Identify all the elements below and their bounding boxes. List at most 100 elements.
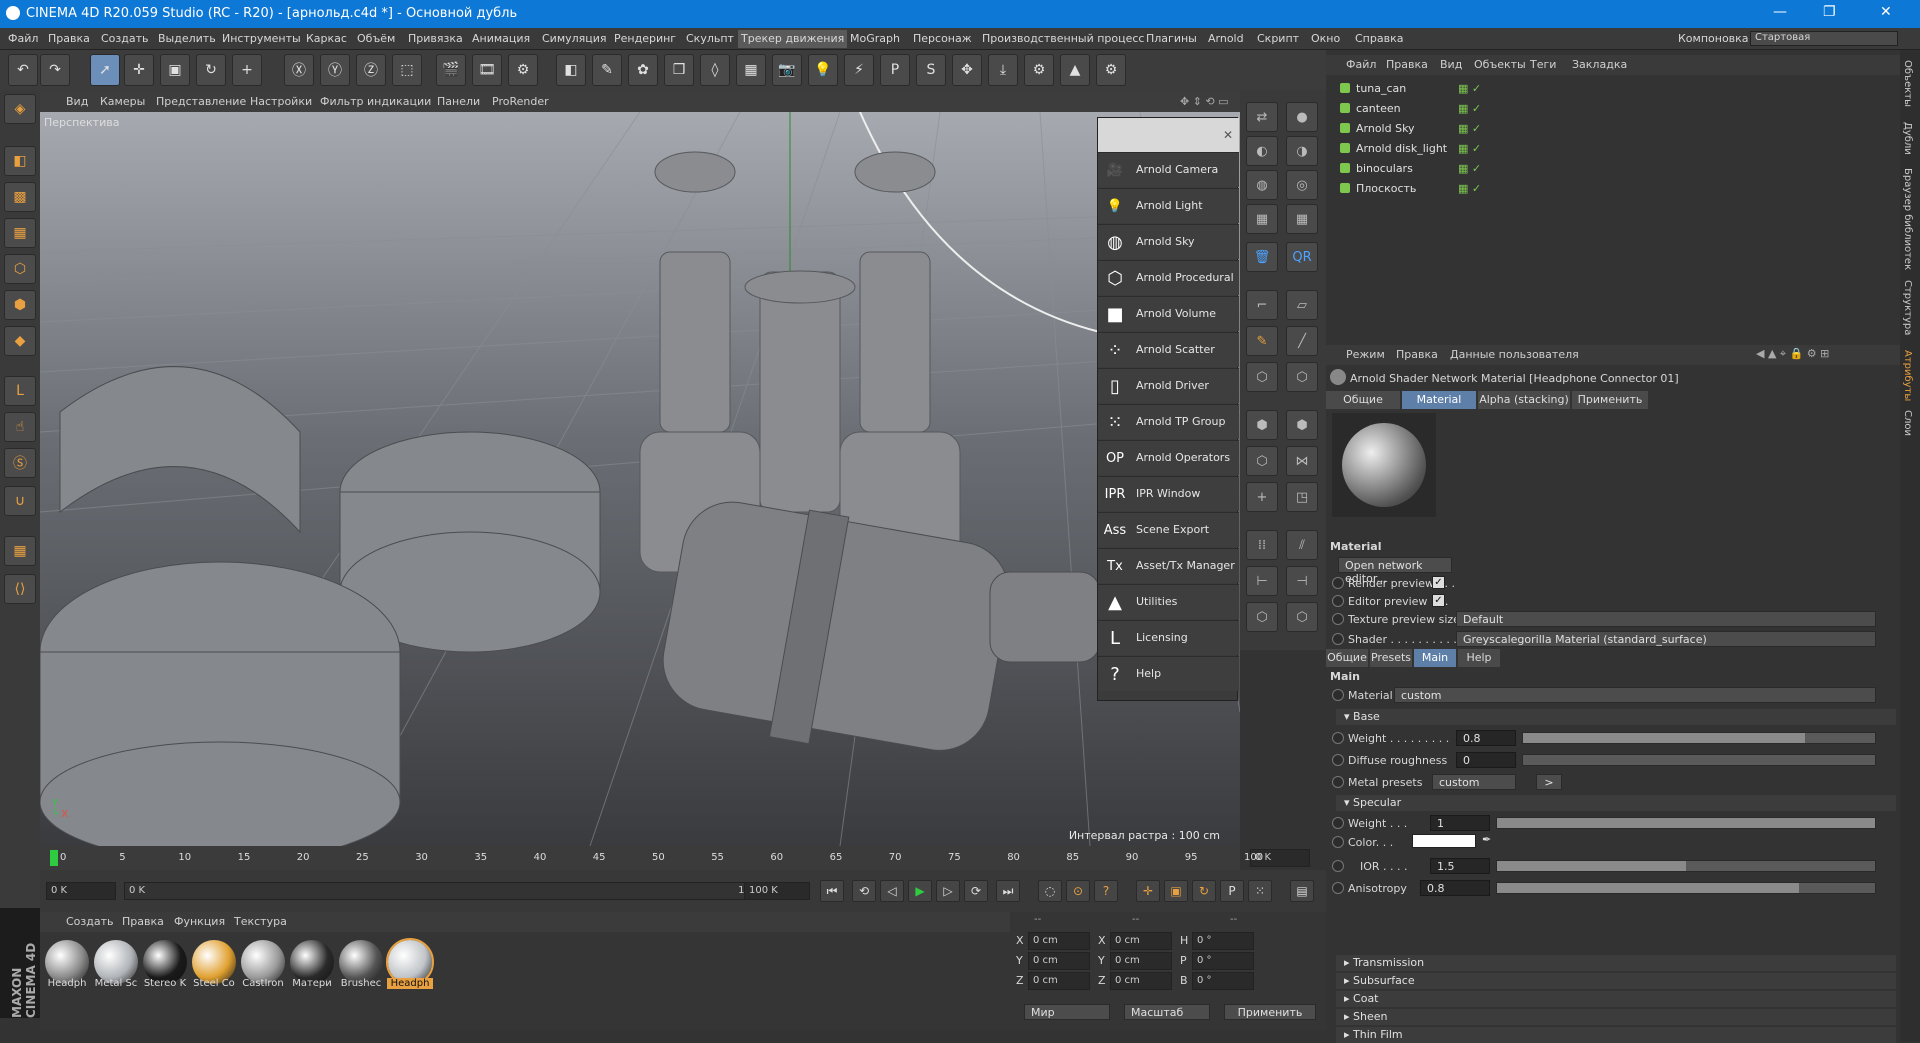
y-axis-icon[interactable]: Ⓨ	[320, 54, 350, 86]
minimize-button[interactable]: —	[1773, 4, 1787, 20]
anisotropy-slider[interactable]	[1496, 882, 1876, 894]
arnold-menu-item[interactable]: IPR IPR Window	[1098, 476, 1239, 511]
object-row[interactable]: canteen ▦ ✓	[1326, 99, 1900, 119]
coord-value-field[interactable]: 0 cm	[1110, 972, 1172, 990]
menu-sculpt[interactable]: Скульпт	[686, 32, 734, 45]
menu-script[interactable]: Скрипт	[1257, 32, 1299, 45]
goto-end-icon[interactable]: ⏭	[996, 880, 1020, 902]
axis-mode-icon[interactable]: L	[4, 376, 36, 406]
3d-viewport[interactable]: Перспектива Интервал растра : 100 cm Y └ …	[40, 112, 1240, 846]
vtab-attributes[interactable]: Атрибуты	[1902, 350, 1913, 401]
next-key-icon[interactable]: ⟳	[964, 880, 988, 902]
object-row[interactable]: Arnold Sky ▦ ✓	[1326, 119, 1900, 139]
arnold-menu-item[interactable]: ■ Arnold Volume	[1098, 296, 1239, 331]
collapsed-section[interactable]: ▸ Thin Film	[1336, 1027, 1896, 1043]
tab-material[interactable]: Material	[1402, 391, 1476, 409]
spec-weight-slider[interactable]	[1496, 817, 1876, 829]
render-preview-checkbox[interactable]: ✓	[1432, 576, 1445, 589]
vtab-takes[interactable]: Дубли	[1902, 122, 1913, 155]
arnold-menu-item[interactable]: ⁘ Arnold Scatter	[1098, 332, 1239, 367]
points-mode-icon[interactable]: ⬡	[4, 254, 36, 284]
gear-disabled-icon[interactable]: ⚙	[1024, 54, 1054, 86]
close-window-button[interactable]: ✕	[1880, 4, 1892, 20]
coordinate-system-icon[interactable]: ⬚	[392, 54, 422, 86]
subtab-help[interactable]: Help	[1458, 649, 1500, 667]
viewport-menu-display[interactable]: Представление	[156, 95, 246, 108]
cube-object-icon[interactable]: ◧	[556, 54, 586, 86]
floor-icon[interactable]: ▦	[736, 54, 766, 86]
menu-create[interactable]: Создать	[101, 32, 149, 45]
ipr-toolbar-icon[interactable]: ⚡	[844, 54, 874, 86]
relax-icon[interactable]: ◑	[1286, 136, 1318, 166]
plane-icon[interactable]: ▱	[1286, 290, 1318, 320]
z-axis-icon[interactable]: Ⓩ	[356, 54, 386, 86]
arnold-menu-item[interactable]: ▯ Arnold Driver	[1098, 368, 1239, 403]
extrude-icon[interactable]: ⬢	[1246, 410, 1278, 440]
wire-sphere-icon[interactable]: ◎	[1286, 170, 1318, 200]
radio-base-weight[interactable]	[1332, 732, 1344, 744]
select-tool-icon[interactable]: ➚	[90, 54, 120, 86]
obj-menu-objects[interactable]: Объекты	[1474, 58, 1526, 71]
anisotropy-input[interactable]: 0.8	[1420, 880, 1490, 896]
menu-edit[interactable]: Правка	[48, 32, 90, 45]
snapping-icon[interactable]: Ⓢ	[4, 448, 36, 478]
object-row[interactable]: tuna_can ▦ ✓	[1326, 79, 1900, 99]
prev-frame-icon[interactable]: ◁	[880, 880, 904, 902]
bridge-icon[interactable]: ⋈	[1286, 446, 1318, 476]
viewport-menu-filter[interactable]: Фильтр индикации	[320, 95, 431, 108]
arnold-menu-item[interactable]: Ass Scene Export	[1098, 512, 1239, 547]
radio-anisotropy[interactable]	[1332, 882, 1344, 894]
mat-menu-edit[interactable]: Правка	[122, 915, 164, 928]
vtab-objects[interactable]: Объекты	[1902, 60, 1913, 107]
metal-presets-dropdown[interactable]: custom	[1432, 774, 1516, 790]
arnold-menu-header[interactable]: ✕	[1098, 118, 1239, 152]
radio-ior[interactable]	[1332, 860, 1344, 872]
inset-icon[interactable]: ⬡	[1246, 446, 1278, 476]
collapsed-section[interactable]: ▸ Sheen	[1336, 1009, 1896, 1025]
diffuse-roughness-slider[interactable]	[1522, 754, 1876, 766]
grid-snap-icon[interactable]: ▦	[4, 536, 36, 566]
obj-menu-edit[interactable]: Правка	[1386, 58, 1428, 71]
key-scale-icon[interactable]: ▣	[1164, 880, 1188, 902]
collapsed-section[interactable]: ▸ Subsurface	[1336, 973, 1896, 989]
magnet-icon[interactable]: ∪	[4, 486, 36, 516]
x-axis-icon[interactable]: Ⓧ	[284, 54, 314, 86]
render-settings-icon[interactable]: ⚙	[508, 54, 538, 86]
workplane-mode-icon[interactable]: ▦	[4, 218, 36, 248]
next-frame-icon[interactable]: ▷	[936, 880, 960, 902]
arnold-menu-item[interactable]: ⁙ Arnold TP Group	[1098, 404, 1239, 439]
workplane-icon[interactable]: ✥	[952, 54, 982, 86]
timeline-ruler[interactable]: 0 K 0 5 10 15 20 25 30 35 40 45 50 55 60 65 70 75 80 85 90…	[40, 846, 1310, 870]
arnold-menu-item[interactable]: L Licensing	[1098, 620, 1239, 655]
texture-mode-icon[interactable]: ▩	[4, 182, 36, 212]
end-frame-field[interactable]: 100 K	[744, 882, 810, 900]
editor-preview-checkbox[interactable]: ✓	[1432, 594, 1445, 607]
attr-menu-mode[interactable]: Режим	[1346, 348, 1385, 361]
menu-file[interactable]: Файл	[8, 32, 38, 45]
cube-icon[interactable]: ⬡	[1246, 602, 1278, 632]
pen-spline-icon[interactable]: ✎	[592, 54, 622, 86]
viewport-menu-options[interactable]: Настройки	[250, 95, 312, 108]
attr-menu-edit[interactable]: Правка	[1396, 348, 1438, 361]
trash-icon[interactable]: 🗑	[1246, 242, 1278, 272]
prev-key-icon[interactable]: ⟲	[852, 880, 876, 902]
section-base[interactable]: ▾ Base	[1336, 709, 1896, 725]
play-icon[interactable]: ▶	[908, 880, 932, 902]
brush-icon[interactable]: ✎	[1246, 326, 1278, 356]
undo-icon[interactable]: ↶	[8, 54, 38, 86]
mat-menu-create[interactable]: Создать	[66, 915, 114, 928]
color-swatch[interactable]	[1412, 834, 1476, 848]
tab-general[interactable]: Общие	[1326, 391, 1400, 409]
obj-menu-bookmarks[interactable]: Закладка	[1572, 58, 1627, 71]
close-icon[interactable]: ✕	[1223, 128, 1233, 142]
attr-nav-icons[interactable]: ◀ ▲ ⌖ 🔒 ⚙ ⊞	[1756, 347, 1829, 361]
ior-input[interactable]: 1.5	[1430, 858, 1490, 874]
key-pla-icon[interactable]: ⁙	[1248, 880, 1272, 902]
mat-menu-texture[interactable]: Текстура	[234, 915, 287, 928]
arnold-menu-item[interactable]: OP Arnold Operators	[1098, 440, 1239, 475]
polygons-mode-icon[interactable]: ◆	[4, 326, 36, 356]
metal-presets-apply-button[interactable]: >	[1536, 774, 1562, 790]
move-tool-icon[interactable]: ✛	[124, 54, 154, 86]
menu-mograph[interactable]: MoGraph	[850, 32, 900, 45]
stair-icon[interactable]: ⌐	[1246, 290, 1278, 320]
